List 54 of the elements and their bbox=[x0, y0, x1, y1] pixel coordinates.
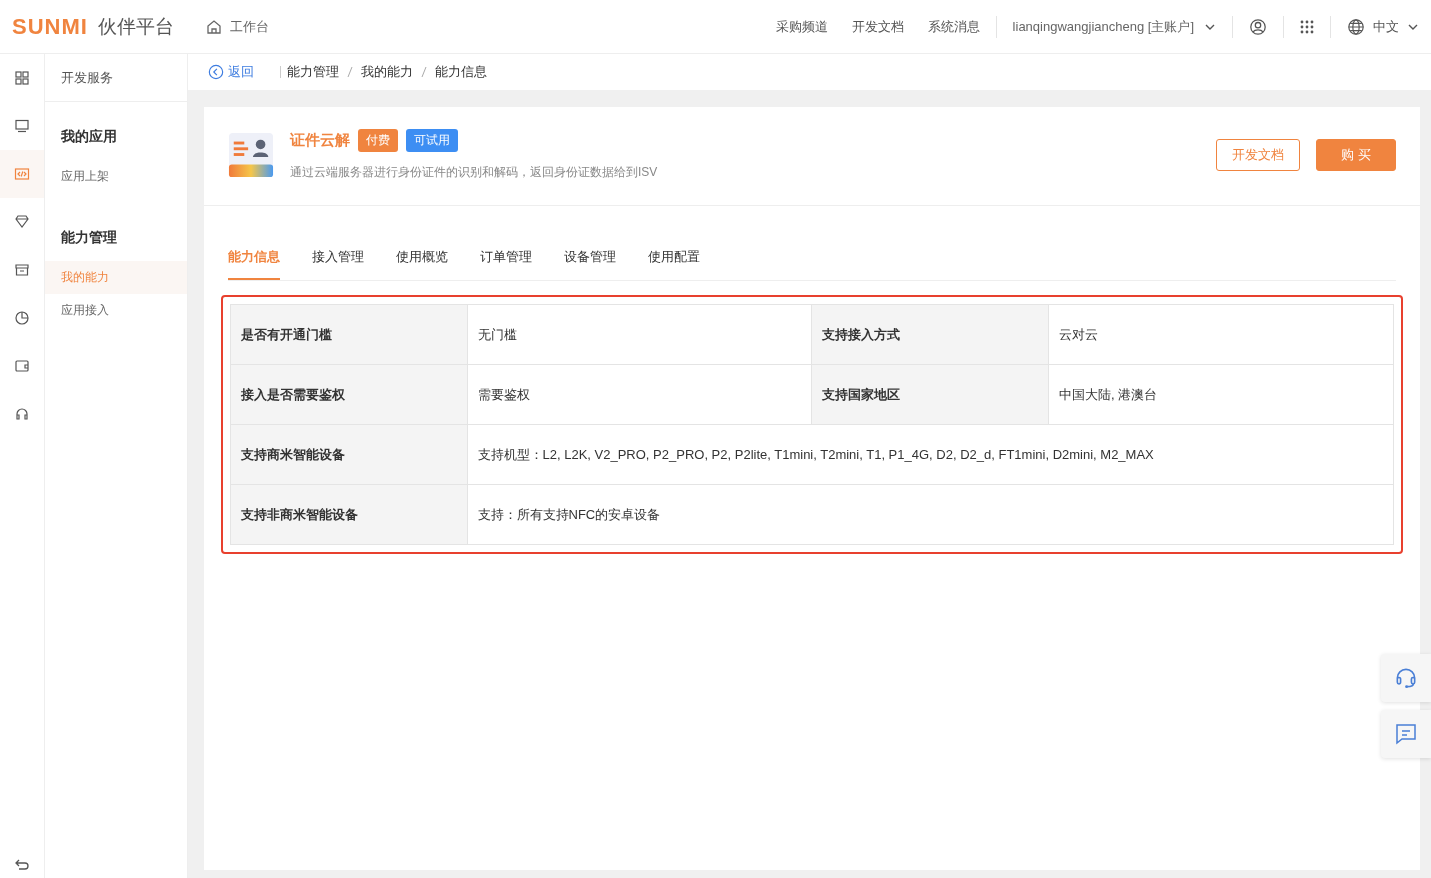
monitor-icon[interactable] bbox=[14, 118, 30, 134]
breadcrumb-item[interactable]: 能力信息 bbox=[435, 63, 487, 81]
product-description: 通过云端服务器进行身份证件的识别和解码，返回身份证数据给到ISV bbox=[290, 164, 659, 181]
sidebar-group-title: 我的应用 bbox=[60, 127, 118, 146]
table-value-cell: 需要鉴权 bbox=[467, 364, 812, 425]
table-label-cell: 接入是否需要鉴权 bbox=[230, 364, 467, 425]
tab[interactable]: 使用概览 bbox=[396, 240, 448, 280]
tag: 可试用 bbox=[406, 129, 458, 152]
product-name: 证件云解 bbox=[290, 131, 350, 150]
back-link[interactable]: 返回 bbox=[208, 63, 254, 81]
sidebar-title: 开发服务 bbox=[45, 54, 187, 102]
sidebar-item[interactable]: 应用上架 bbox=[45, 160, 187, 193]
headset-icon[interactable] bbox=[14, 406, 30, 422]
account-menu[interactable]: lianqingwangjiancheng [主账户] bbox=[1012, 17, 1216, 36]
language-menu[interactable]: 中文 bbox=[1347, 17, 1419, 36]
platform-title: 伙伴平台 bbox=[97, 14, 174, 39]
breadcrumb-item[interactable]: 我的能力 bbox=[361, 63, 413, 81]
nav-link[interactable]: 采购频道 bbox=[775, 17, 828, 36]
wallet-icon[interactable] bbox=[14, 358, 30, 374]
table-value-cell: 中国大陆, 港澳台 bbox=[1048, 364, 1394, 425]
id-card-icon bbox=[228, 132, 274, 178]
nav-link[interactable]: 系统消息 bbox=[927, 17, 980, 36]
table-label-cell: 支持国家地区 bbox=[812, 364, 1049, 425]
table-label-cell: 支持非商米智能设备 bbox=[230, 484, 467, 545]
user-icon[interactable] bbox=[1249, 17, 1267, 36]
tab[interactable]: 使用配置 bbox=[648, 240, 700, 280]
breadcrumb-item[interactable]: 能力管理 bbox=[287, 63, 339, 81]
diamond-icon[interactable] bbox=[14, 214, 30, 230]
tab[interactable]: 设备管理 bbox=[564, 240, 616, 280]
pie-chart-icon[interactable] bbox=[14, 310, 30, 326]
table-label-cell: 支持接入方式 bbox=[812, 304, 1049, 365]
table-label-cell: 支持商米智能设备 bbox=[230, 424, 467, 485]
apps-grid-icon[interactable] bbox=[1300, 19, 1314, 34]
table-value-cell: 无门槛 bbox=[467, 304, 812, 365]
table-value-cell: 支持：所有支持NFC的安卓设备 bbox=[467, 484, 1394, 545]
grid-icon[interactable] bbox=[14, 70, 30, 86]
home-link[interactable]: 工作台 bbox=[205, 17, 269, 36]
store-icon[interactable] bbox=[14, 262, 30, 278]
message-icon bbox=[1394, 722, 1418, 746]
nav-link[interactable]: 开发文档 bbox=[851, 17, 904, 36]
support-button[interactable] bbox=[1381, 654, 1431, 702]
tab[interactable]: 接入管理 bbox=[312, 240, 364, 280]
table-value-cell: 云对云 bbox=[1048, 304, 1394, 365]
sidebar-group-title: 能力管理 bbox=[60, 228, 118, 247]
home-icon bbox=[205, 18, 222, 35]
table-label-cell: 是否有开通门槛 bbox=[230, 304, 467, 365]
tab[interactable]: 订单管理 bbox=[480, 240, 532, 280]
breadcrumb-separator-icon bbox=[347, 66, 353, 78]
globe-icon bbox=[1347, 17, 1365, 36]
table-value-cell: 支持机型：L2, L2K, V2_PRO, P2_PRO, P2, P2lite, T1mini, T2mini, T1, P1_4G, D2, D2_d, FT1mini, D2mini, M2_MAX bbox=[467, 424, 1394, 485]
sidebar-item[interactable]: 应用接入 bbox=[45, 294, 187, 327]
tag: 付费 bbox=[358, 129, 398, 152]
breadcrumb-separator-icon bbox=[421, 66, 427, 78]
feedback-button[interactable] bbox=[1381, 710, 1431, 758]
